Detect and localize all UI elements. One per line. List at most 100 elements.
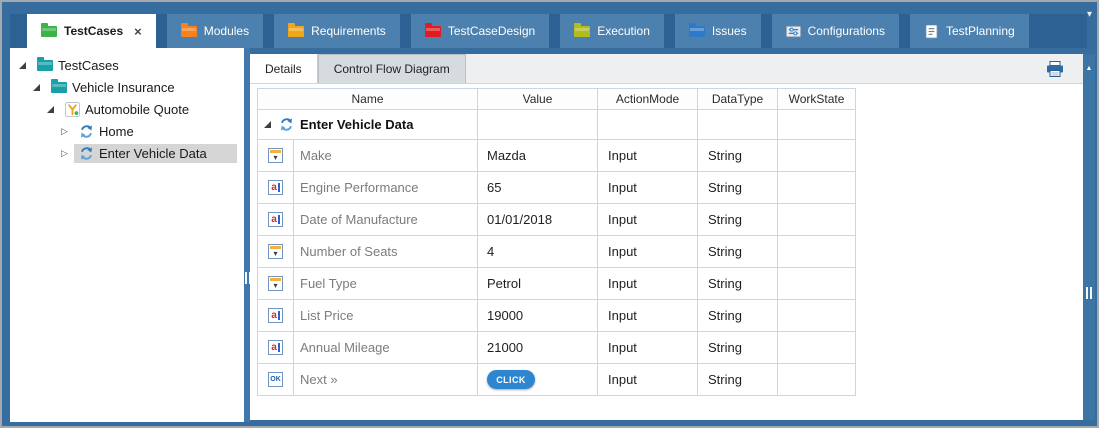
attribute-name: Date of Manufacture bbox=[294, 204, 478, 236]
tree-item-label: TestCases bbox=[58, 59, 119, 72]
folder-icon bbox=[288, 26, 304, 37]
attribute-value[interactable]: 01/01/2018 bbox=[478, 204, 598, 236]
tab-execution[interactable]: Execution bbox=[560, 14, 664, 48]
tab-requirements[interactable]: Requirements bbox=[274, 14, 400, 48]
action-mode[interactable]: Input bbox=[598, 268, 698, 300]
tab-details[interactable]: Details bbox=[250, 54, 318, 83]
column-header-workstate[interactable]: WorkState bbox=[778, 89, 856, 110]
details-tab-bar: Details Control Flow Diagram bbox=[250, 54, 1086, 84]
action-mode[interactable]: Input bbox=[598, 204, 698, 236]
tree-item-testcases[interactable]: TestCases bbox=[10, 54, 244, 76]
tree-item-enter-vehicle-data[interactable]: ▷ Enter Vehicle Data bbox=[10, 142, 244, 164]
work-state[interactable] bbox=[778, 204, 856, 236]
folder-icon bbox=[181, 26, 197, 37]
tab-overflow-icon[interactable]: ▾ bbox=[1087, 10, 1092, 20]
data-type[interactable]: String bbox=[698, 268, 778, 300]
table-row[interactable]: a Annual Mileage 21000 Input String bbox=[258, 332, 856, 364]
table-row[interactable]: a List Price 19000 Input String bbox=[258, 300, 856, 332]
textbox-icon: a bbox=[268, 180, 283, 195]
data-type[interactable]: String bbox=[698, 300, 778, 332]
expander-icon[interactable] bbox=[44, 106, 57, 113]
attribute-value[interactable]: 65 bbox=[478, 172, 598, 204]
attribute-name: Fuel Type bbox=[294, 268, 478, 300]
action-mode[interactable]: Input bbox=[598, 236, 698, 268]
work-state[interactable] bbox=[778, 300, 856, 332]
table-row[interactable]: ▾ Fuel Type Petrol Input String bbox=[258, 268, 856, 300]
table-row[interactable]: a Date of Manufacture 01/01/2018 Input S… bbox=[258, 204, 856, 236]
data-type[interactable]: String bbox=[698, 140, 778, 172]
tree-item-label: Automobile Quote bbox=[85, 103, 189, 116]
combobox-icon: ▾ bbox=[268, 148, 283, 163]
tab-configurations[interactable]: Configurations bbox=[772, 14, 899, 48]
action-mode[interactable]: Input bbox=[598, 364, 698, 396]
action-mode[interactable]: Input bbox=[598, 300, 698, 332]
scroll-up-icon[interactable]: ▲ bbox=[1083, 65, 1095, 72]
click-button[interactable]: CLICK bbox=[487, 370, 535, 389]
table-row[interactable]: OK Next » CLICK Input String bbox=[258, 364, 856, 396]
configurations-icon bbox=[786, 24, 801, 39]
column-header-value[interactable]: Value bbox=[478, 89, 598, 110]
vertical-scrollbar[interactable]: ▲ bbox=[1083, 54, 1095, 420]
main-tab-bar: TestCases × Modules Requirements TestCas… bbox=[10, 14, 1087, 48]
attribute-value[interactable]: Mazda bbox=[478, 140, 598, 172]
action-mode[interactable]: Input bbox=[598, 172, 698, 204]
tree-item-automobile-quote[interactable]: Automobile Quote bbox=[10, 98, 244, 120]
tree-item-home[interactable]: ▷ Home bbox=[10, 120, 244, 142]
data-type[interactable]: String bbox=[698, 364, 778, 396]
attribute-value[interactable]: 19000 bbox=[478, 300, 598, 332]
work-state[interactable] bbox=[778, 172, 856, 204]
textbox-icon: a bbox=[268, 308, 283, 323]
table-row[interactable]: ▾ Make Mazda Input String bbox=[258, 140, 856, 172]
tab-testplanning[interactable]: TestPlanning bbox=[910, 14, 1029, 48]
work-state[interactable] bbox=[778, 364, 856, 396]
testcases-tree: TestCases Vehicle Insurance Automo bbox=[10, 48, 244, 422]
work-state[interactable] bbox=[778, 140, 856, 172]
tab-modules[interactable]: Modules bbox=[167, 14, 263, 48]
attribute-name: Number of Seats bbox=[294, 236, 478, 268]
tab-control-flow-diagram[interactable]: Control Flow Diagram bbox=[318, 54, 466, 83]
action-mode[interactable]: Input bbox=[598, 140, 698, 172]
attribute-name: List Price bbox=[294, 300, 478, 332]
folder-icon bbox=[41, 26, 57, 37]
work-state[interactable] bbox=[778, 268, 856, 300]
tab-label: Issues bbox=[712, 25, 747, 37]
expander-icon[interactable] bbox=[16, 62, 29, 69]
table-row[interactable]: a Engine Performance 65 Input String bbox=[258, 172, 856, 204]
teststep-icon bbox=[279, 117, 294, 132]
work-state[interactable] bbox=[778, 236, 856, 268]
data-type[interactable]: String bbox=[698, 332, 778, 364]
close-icon[interactable]: × bbox=[134, 25, 142, 38]
expander-icon[interactable] bbox=[30, 84, 43, 91]
work-state[interactable] bbox=[778, 332, 856, 364]
attribute-name: Next » bbox=[294, 364, 478, 396]
table-row[interactable]: ▾ Number of Seats 4 Input String bbox=[258, 236, 856, 268]
expander-icon[interactable]: ▷ bbox=[58, 149, 71, 158]
expander-icon[interactable] bbox=[261, 121, 273, 128]
tab-testcasedesign[interactable]: TestCaseDesign bbox=[411, 14, 549, 48]
combobox-icon: ▾ bbox=[268, 276, 283, 291]
attribute-value[interactable]: 4 bbox=[478, 236, 598, 268]
print-icon[interactable] bbox=[1046, 61, 1064, 77]
data-type[interactable]: String bbox=[698, 172, 778, 204]
attribute-name: Make bbox=[294, 140, 478, 172]
column-header-name[interactable]: Name bbox=[258, 89, 478, 110]
column-header-datatype[interactable]: DataType bbox=[698, 89, 778, 110]
teststep-table: Name Value ActionMode DataType WorkState bbox=[257, 88, 856, 396]
tab-testcases[interactable]: TestCases × bbox=[27, 14, 156, 48]
textbox-icon: a bbox=[268, 340, 283, 355]
data-type[interactable]: String bbox=[698, 204, 778, 236]
column-header-actionmode[interactable]: ActionMode bbox=[598, 89, 698, 110]
attribute-value[interactable]: 21000 bbox=[478, 332, 598, 364]
expander-icon[interactable]: ▷ bbox=[58, 127, 71, 136]
attribute-value[interactable]: Petrol bbox=[478, 268, 598, 300]
tab-label: Modules bbox=[204, 25, 249, 37]
attribute-name: Annual Mileage bbox=[294, 332, 478, 364]
data-type[interactable]: String bbox=[698, 236, 778, 268]
tab-issues[interactable]: Issues bbox=[675, 14, 761, 48]
testplanning-icon bbox=[924, 24, 939, 39]
teststep-group-row[interactable]: Enter Vehicle Data bbox=[258, 110, 856, 140]
scrollbar-grip-icon[interactable] bbox=[1086, 287, 1092, 299]
tree-item-label: Vehicle Insurance bbox=[72, 81, 175, 94]
tree-item-vehicle-insurance[interactable]: Vehicle Insurance bbox=[10, 76, 244, 98]
action-mode[interactable]: Input bbox=[598, 332, 698, 364]
